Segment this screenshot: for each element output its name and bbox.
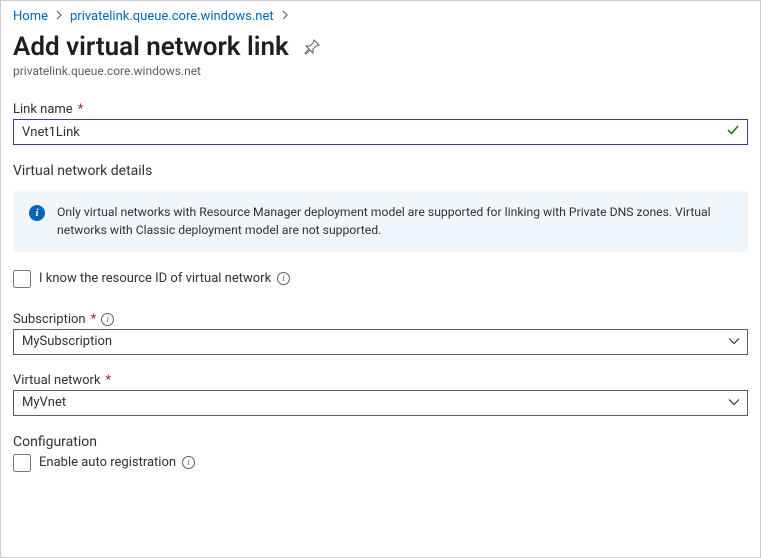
info-icon[interactable]: i (277, 272, 290, 285)
know-resource-id-label: I know the resource ID of virtual networ… (39, 271, 290, 286)
info-box: i Only virtual networks with Resource Ma… (13, 191, 748, 252)
configuration-header: Configuration (13, 434, 748, 450)
subscription-select[interactable]: MySubscription (13, 329, 748, 355)
page-subtitle: privatelink.queue.core.windows.net (13, 64, 748, 78)
info-icon[interactable]: i (101, 313, 114, 326)
breadcrumb-home-link[interactable]: Home (13, 9, 48, 24)
vnet-details-header: Virtual network details (13, 163, 748, 179)
auto-registration-checkbox[interactable] (13, 454, 31, 472)
auto-registration-label: Enable auto registration i (39, 455, 195, 470)
breadcrumb-zone-link[interactable]: privatelink.queue.core.windows.net (70, 9, 274, 24)
required-indicator: * (106, 373, 112, 388)
title-row: Add virtual network link (13, 32, 748, 62)
breadcrumb: Home privatelink.queue.core.windows.net (13, 9, 748, 24)
pin-icon[interactable] (303, 38, 321, 56)
info-icon[interactable]: i (182, 456, 195, 469)
virtual-network-label: Virtual network * (13, 373, 748, 388)
page-title: Add virtual network link (13, 32, 289, 62)
link-name-input[interactable] (13, 119, 748, 145)
info-text: Only virtual networks with Resource Mana… (57, 203, 732, 240)
required-indicator: * (91, 312, 97, 327)
chevron-right-icon (282, 10, 288, 23)
info-icon: i (29, 205, 45, 221)
check-icon (726, 123, 740, 141)
required-indicator: * (78, 102, 84, 117)
virtual-network-select[interactable]: MyVnet (13, 390, 748, 416)
subscription-label: Subscription * i (13, 312, 748, 327)
know-resource-id-checkbox[interactable] (13, 270, 31, 288)
chevron-right-icon (56, 10, 62, 23)
link-name-label: Link name * (13, 102, 748, 117)
